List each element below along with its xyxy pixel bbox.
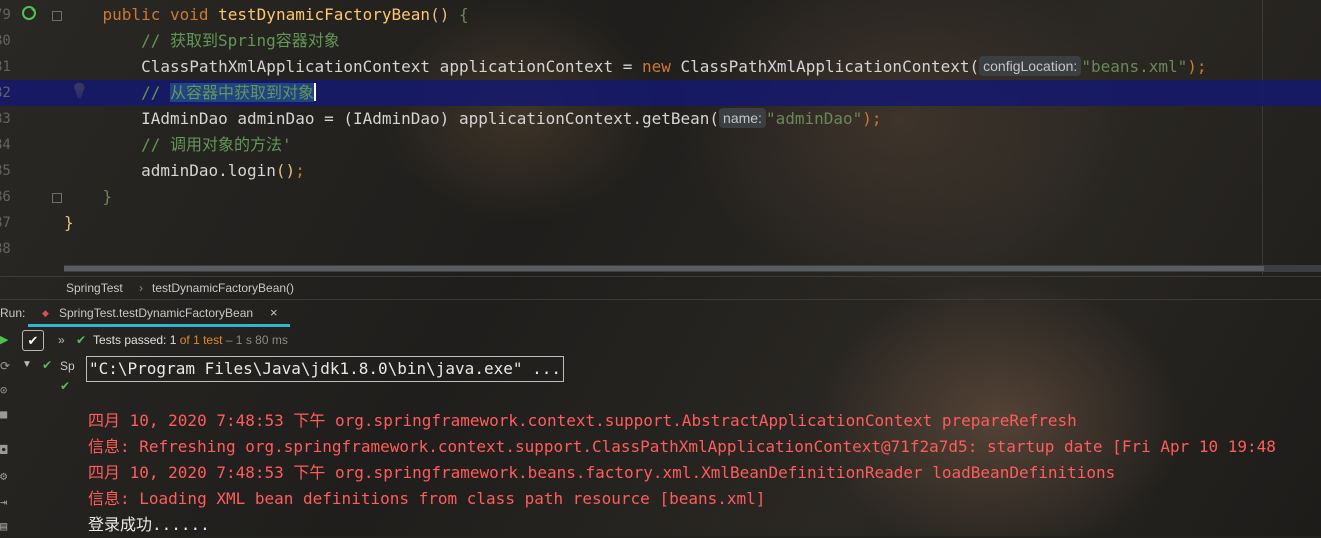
variable-assignment: applicationContext = bbox=[430, 57, 642, 76]
code-line-close-method[interactable]: } bbox=[64, 184, 1321, 210]
fold-marker-icon[interactable] bbox=[52, 11, 62, 21]
call-parens: () bbox=[275, 161, 296, 180]
test-run-icon: ◆ bbox=[42, 308, 49, 318]
console-log-line: 信息: Loading XML bean definitions from cl… bbox=[88, 489, 766, 508]
line-number: 88 bbox=[0, 241, 11, 257]
breadcrumb-separator: › bbox=[139, 281, 143, 295]
close-brace: } bbox=[102, 187, 113, 206]
statement-end: ; bbox=[295, 161, 305, 180]
gutter-line: 81 bbox=[0, 54, 64, 80]
line-number: 85 bbox=[0, 163, 11, 179]
parameter-hint: name: bbox=[719, 108, 766, 128]
line-number: 80 bbox=[0, 33, 11, 49]
keyword-public: public bbox=[102, 5, 161, 24]
close-brace: } bbox=[64, 213, 74, 232]
expand-chevron-icon[interactable]: » bbox=[58, 327, 65, 353]
breadcrumb-method[interactable]: testDynamicFactoryBean() bbox=[152, 277, 294, 299]
text-caret bbox=[313, 83, 316, 101]
run-tab[interactable]: ◆ SpringTest.testDynamicFactoryBean × bbox=[28, 300, 290, 327]
passed-count: 1 bbox=[169, 333, 177, 347]
test-tree[interactable]: ▼ ✔ Sp ✔ bbox=[18, 355, 84, 415]
code-line-context-init[interactable]: ClassPathXmlApplicationContext applicati… bbox=[64, 54, 1321, 80]
line-number: 83 bbox=[0, 111, 11, 127]
console-log-line: 四月 10, 2020 7:48:53 下午 org.springframewo… bbox=[88, 463, 1116, 482]
console-command-line[interactable]: "C:\Program Files\Java\jdk1.8.0\bin\java… bbox=[86, 356, 565, 382]
code-line-close-class[interactable]: } bbox=[64, 210, 1321, 236]
method-name: testDynamicFactoryBean bbox=[218, 5, 431, 24]
constructor-call: ClassPathXmlApplicationContext( bbox=[670, 57, 980, 76]
pass-check-icon: ✔ bbox=[60, 379, 71, 393]
gutter-line: 88 bbox=[0, 236, 64, 262]
console-output-line: 登录成功...... bbox=[88, 515, 210, 534]
collapse-arrow-icon[interactable]: ▼ bbox=[22, 359, 32, 370]
comment-prefix: // bbox=[141, 83, 170, 102]
breadcrumb-class[interactable]: SpringTest bbox=[66, 277, 123, 299]
code-line-method-signature[interactable]: public void testDynamicFactoryBean() { bbox=[64, 2, 1321, 28]
breadcrumb: SpringTest › testDynamicFactoryBean() bbox=[0, 276, 1321, 299]
scrollbar-thumb[interactable] bbox=[64, 266, 1264, 271]
gutter-line: 85 bbox=[0, 158, 64, 184]
run-tool-window-header: Run: ◆ SpringTest.testDynamicFactoryBean… bbox=[0, 299, 1321, 327]
settings-icon[interactable]: ⚙ bbox=[0, 469, 7, 483]
string-literal: "adminDao" bbox=[765, 109, 863, 128]
line-number: 81 bbox=[0, 59, 11, 75]
test-duration: – 1 s 80 ms bbox=[225, 333, 288, 347]
gutter-line: 84 bbox=[0, 132, 64, 158]
horizontal-scrollbar[interactable] bbox=[64, 265, 1321, 272]
run-side-toolbar: ⟳ ⊙ ■ ◘ ⚙ ⇥ ▤ bbox=[0, 327, 14, 536]
line-number: 87 bbox=[0, 215, 11, 231]
statement-end: ); bbox=[862, 109, 882, 128]
pass-check-icon: ✔ bbox=[42, 358, 53, 372]
pass-check-icon: ✔ bbox=[76, 333, 87, 347]
run-tab-label: SpringTest.testDynamicFactoryBean bbox=[59, 306, 254, 320]
gutter-line: 82 bbox=[0, 80, 64, 106]
stop-icon[interactable]: ■ bbox=[0, 407, 7, 421]
export-icon[interactable]: ⇥ bbox=[0, 495, 7, 509]
getbean-call: IAdminDao adminDao = (IAdminDao) applica… bbox=[141, 109, 720, 128]
test-results-toolbar: ▶ ✔ » ✔ Tests passed: 1 of 1 test – 1 s … bbox=[0, 327, 1321, 353]
console-log-line: 信息: Refreshing org.springframework.conte… bbox=[88, 437, 1276, 456]
type-name: ClassPathXmlApplicationContext bbox=[141, 57, 431, 76]
tests-passed-label: Tests passed: 1 of 1 test – 1 s 80 ms bbox=[93, 327, 288, 353]
comment: // 获取到Spring容器对象 bbox=[141, 31, 340, 50]
check-icon: ✔ bbox=[27, 333, 39, 348]
rerun-failed-icon[interactable]: ⟳ bbox=[0, 359, 10, 373]
line-number: 82 bbox=[0, 85, 11, 101]
toggle-icon[interactable]: ⊙ bbox=[0, 383, 7, 397]
open-brace: { bbox=[458, 5, 469, 24]
tree-item-label[interactable]: Sp bbox=[60, 359, 75, 373]
tests-passed-text: Tests passed: bbox=[93, 333, 167, 347]
run-test-icon[interactable] bbox=[22, 5, 36, 21]
method-parens: () bbox=[430, 5, 450, 24]
camera-icon[interactable]: ◘ bbox=[0, 443, 7, 457]
statement-end: ); bbox=[1187, 57, 1207, 76]
parameter-hint: configLocation: bbox=[979, 56, 1082, 76]
close-tab-icon[interactable]: × bbox=[270, 300, 278, 326]
code-line-comment[interactable]: // 获取到Spring容器对象 bbox=[64, 28, 1321, 54]
code-line-getbean[interactable]: IAdminDao adminDao = (IAdminDao) applica… bbox=[64, 106, 1321, 132]
line-number: 79 bbox=[0, 7, 11, 23]
line-number: 86 bbox=[0, 189, 11, 205]
fold-marker-icon[interactable] bbox=[52, 193, 62, 203]
gutter-line: 83 bbox=[0, 106, 64, 132]
code-line-current[interactable]: // 从容器中获取到对象 bbox=[64, 80, 1321, 106]
keyword-void: void bbox=[169, 5, 209, 24]
run-label: Run: bbox=[0, 306, 26, 320]
console-log-line: 四月 10, 2020 7:48:53 下午 org.springframewo… bbox=[88, 411, 1077, 430]
gutter-line: 80 bbox=[0, 28, 64, 54]
show-passed-toggle[interactable]: ✔ bbox=[22, 330, 44, 351]
code-editor[interactable]: 79 80 81 82 💡 83 84 85 86 87 88 public v… bbox=[0, 0, 1321, 275]
line-number: 84 bbox=[0, 137, 11, 153]
comment: // 调用对象的方法' bbox=[141, 135, 292, 154]
code-line-login-call[interactable]: adminDao.login(); bbox=[64, 158, 1321, 184]
test-total: of 1 test bbox=[179, 333, 223, 347]
method-call: adminDao.login bbox=[141, 161, 276, 180]
string-literal: "beans.xml" bbox=[1081, 57, 1188, 76]
code-line-comment[interactable]: // 调用对象的方法' bbox=[64, 132, 1321, 158]
gutter-line: 87 bbox=[0, 210, 64, 236]
selected-text[interactable]: 从容器中获取到对象 bbox=[169, 83, 314, 102]
keyword-new: new bbox=[641, 57, 671, 76]
code-line-empty[interactable] bbox=[64, 236, 1321, 262]
pin-icon[interactable]: ▤ bbox=[0, 519, 7, 533]
